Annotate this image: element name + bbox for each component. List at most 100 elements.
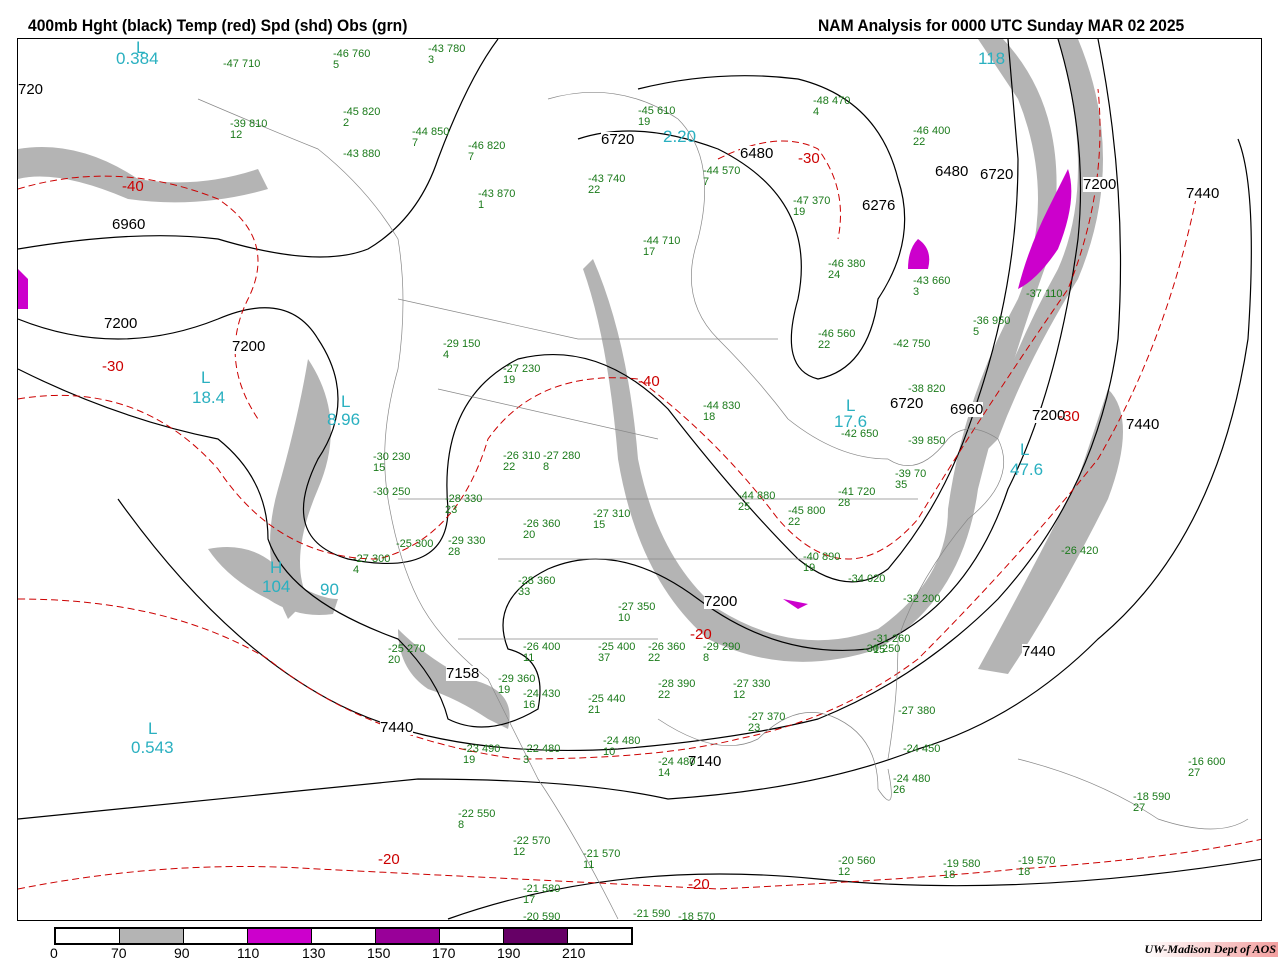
obs-height: 820 [926, 383, 946, 395]
obs-temp: -20 [523, 911, 539, 921]
obs-dewpoint-depression: 19 [638, 116, 651, 128]
speed-color-legend [54, 927, 633, 945]
station-obs: -21 580 17 [523, 884, 560, 906]
height-label: 7200 [232, 338, 266, 355]
low-center: L [1020, 440, 1030, 459]
obs-temp: -38 [908, 383, 924, 395]
obs-height: 570 [1036, 855, 1056, 867]
obs-temp-height: -25 300 [396, 539, 433, 550]
station-obs: -24 480 14 [658, 757, 695, 779]
obs-dewpoint-depression: 3 [913, 286, 920, 298]
obs-temp-height: -21 590 [633, 909, 670, 920]
obs-height: 660 [931, 275, 951, 287]
obs-temp-height: -26 420 [1061, 546, 1098, 557]
obs-height: 360 [536, 575, 556, 587]
obs-height: 390 [676, 678, 696, 690]
station-obs: -46 400 22 [913, 126, 950, 148]
legend-swatch-110-130 [248, 929, 312, 943]
obs-height: 820 [486, 140, 506, 152]
station-obs: -27 370 23 [748, 712, 785, 734]
obs-temp: -24 [903, 743, 919, 755]
obs-temp-height: -38 820 [908, 384, 945, 395]
obs-temp-height: -34 020 [848, 574, 885, 585]
temp-label: -30 [1058, 408, 1080, 425]
station-obs: -44 570 7 [703, 166, 740, 188]
height-label: 7200 [1083, 176, 1117, 193]
obs-height: 780 [446, 43, 466, 55]
station-obs: -27 350 10 [618, 602, 655, 624]
obs-dewpoint-depression: 5 [973, 326, 980, 338]
high-center: H [270, 558, 283, 577]
obs-dewpoint-depression: 18 [703, 411, 716, 423]
station-obs: -24 450 [903, 744, 940, 755]
credit-logo: UW-Madison Dept of AOS [1142, 942, 1278, 957]
obs-height: 740 [606, 173, 626, 185]
obs-temp: -43 [343, 148, 359, 160]
station-obs: -28 390 22 [658, 679, 695, 701]
station-obs: -29 330 28 [448, 536, 485, 558]
obs-temp: -30 [863, 643, 879, 655]
obs-height: 850 [926, 435, 946, 447]
obs-dewpoint-depression: 22 [503, 461, 516, 473]
station-obs: -20 590 [523, 912, 560, 921]
obs-height: 150 [461, 338, 481, 350]
obs-height: 610 [656, 105, 676, 117]
station-obs: -34 020 [848, 574, 885, 585]
obs-temp-height: -43 880 [343, 149, 380, 160]
low-center: L [201, 368, 211, 387]
obs-dewpoint-depression: 21 [588, 704, 601, 716]
obs-dewpoint-depression: 12 [838, 866, 851, 878]
obs-dewpoint-depression: 2 [343, 117, 350, 129]
obs-dewpoint-depression: 22 [588, 184, 601, 196]
obs-height: 880 [361, 148, 381, 160]
speed-label: 90 [320, 580, 339, 599]
legend-swatch-70-90 [120, 929, 184, 943]
temp-label: -20 [688, 876, 710, 893]
obs-temp-height: -42 750 [893, 339, 930, 350]
station-obs: -19 570 18 [1018, 856, 1055, 878]
station-obs: -22 550 8 [458, 809, 495, 831]
obs-dewpoint-depression: 19 [803, 562, 816, 574]
speed-label: 8.96 [327, 410, 361, 429]
legend-tick: 130 [302, 945, 326, 961]
obs-height: 850 [430, 126, 450, 138]
obs-height: 470 [831, 95, 851, 107]
station-obs: -19 580 18 [943, 859, 980, 881]
obs-height: 480 [676, 756, 696, 768]
obs-height: 280 [561, 450, 581, 462]
obs-dewpoint-depression: 16 [523, 699, 536, 711]
obs-dewpoint-depression: 20 [523, 529, 536, 541]
obs-height: 570 [721, 165, 741, 177]
station-obs: -25 400 37 [598, 642, 635, 664]
station-obs: -42 750 [893, 339, 930, 350]
station-obs: -43 780 3 [428, 44, 465, 66]
obs-height: 810 [248, 118, 268, 130]
obs-height: 360 [541, 518, 561, 530]
obs-temp: -26 [1061, 545, 1077, 557]
station-obs: -27 330 12 [733, 679, 770, 701]
chart-title: 400mb Hght (black) Temp (red) Spd (shd) … [28, 16, 408, 35]
obs-height: 370 [766, 711, 786, 723]
temp-label: -30 [102, 358, 124, 375]
speed-label: 0.384 [116, 49, 159, 68]
obs-temp-height: -32 200 [903, 594, 940, 605]
obs-temp: -42 [893, 338, 909, 350]
obs-height: 330 [463, 493, 483, 505]
station-obs: -39 850 [908, 436, 945, 447]
station-obs: -45 800 22 [788, 506, 825, 528]
station-obs: -29 150 4 [443, 339, 480, 361]
height-label: 6276 [862, 197, 896, 214]
low-center: L [341, 392, 351, 411]
station-obs: -20 560 12 [838, 856, 875, 878]
obs-height: 480 [541, 743, 561, 755]
obs-height: 580 [541, 883, 561, 895]
obs-height: 490 [481, 743, 501, 755]
station-obs: -41 720 28 [838, 487, 875, 509]
obs-dewpoint-depression: 22 [658, 689, 671, 701]
obs-height: 430 [541, 688, 561, 700]
obs-temp: -27 [898, 705, 914, 717]
obs-height: 760 [351, 48, 371, 60]
obs-height: 440 [606, 693, 626, 705]
legend-swatch-90-110 [184, 929, 248, 943]
obs-dewpoint-depression: 19 [793, 206, 806, 218]
